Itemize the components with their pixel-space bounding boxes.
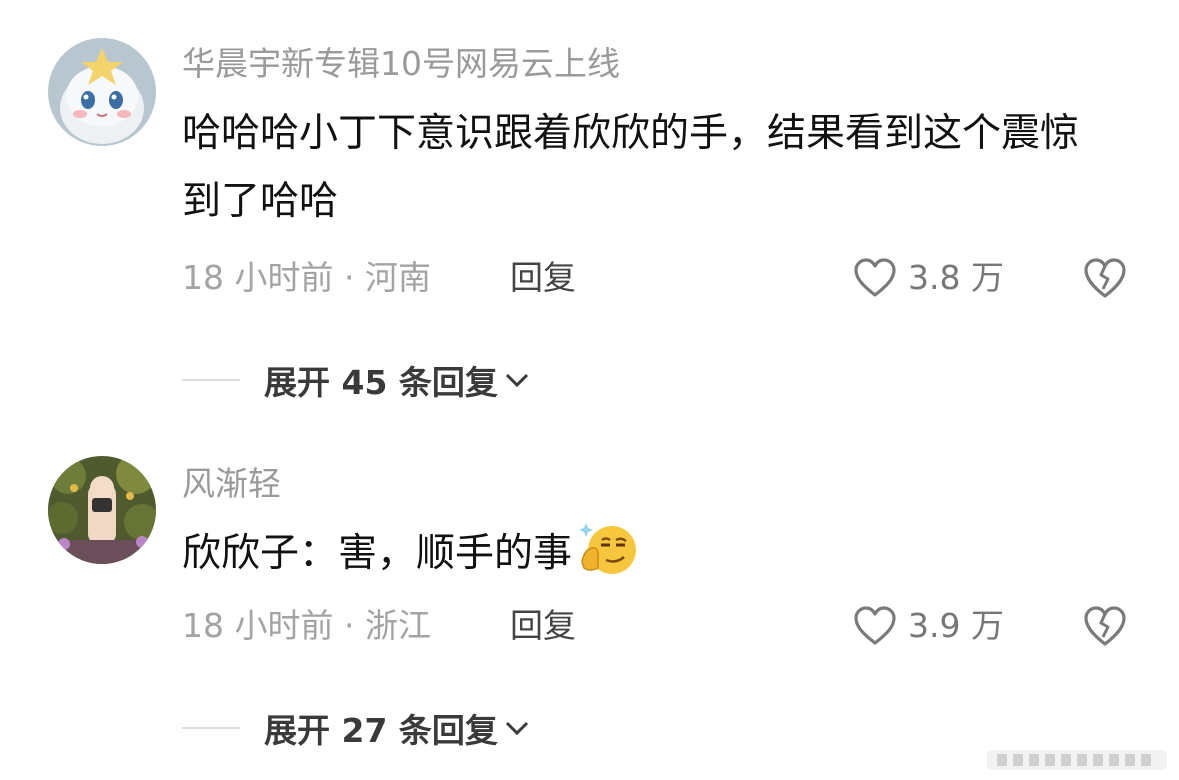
comment-meta: 18 小时前 · 浙江 <box>182 606 431 645</box>
comment-text-content: 欣欣子：害，顺手的事 <box>182 531 573 576</box>
comment-item: 风渐轻 欣欣子：害，顺手的事 18 小时前 · 浙江 回复 3.9 万 展开 2… <box>0 0 1179 780</box>
watermark-icon <box>987 750 1167 770</box>
dislike-button[interactable] <box>1082 604 1128 648</box>
comment-text: 欣欣子：害，顺手的事 <box>182 520 1112 588</box>
like-button[interactable]: 3.9 万 <box>852 604 1004 648</box>
expand-replies[interactable]: 展开 27 条回复 <box>182 704 532 752</box>
reply-button[interactable]: 回复 <box>510 604 576 648</box>
smug-face-emoji-icon <box>579 523 637 574</box>
photo-avatar-icon <box>48 456 156 564</box>
username[interactable]: 风渐轻 <box>182 462 281 506</box>
user-avatar[interactable] <box>48 456 156 564</box>
divider-line <box>182 727 240 729</box>
heart-icon <box>854 606 896 645</box>
like-count: 3.9 万 <box>908 606 1004 645</box>
chevron-down-icon[interactable] <box>502 716 532 740</box>
broken-heart-icon <box>1084 606 1126 646</box>
expand-replies-label[interactable]: 展开 27 条回复 <box>264 704 498 752</box>
